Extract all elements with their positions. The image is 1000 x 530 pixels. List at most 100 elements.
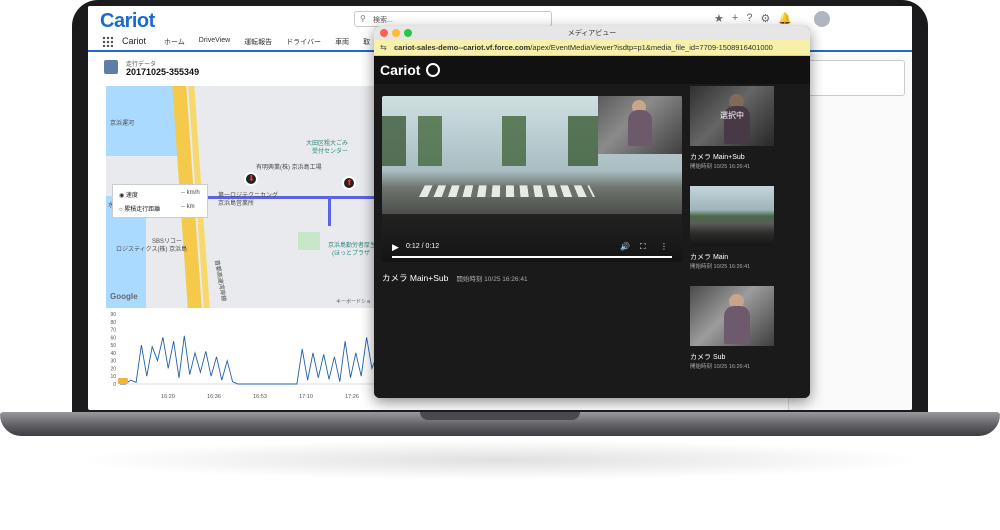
x-tick-label: 17:10: [299, 394, 313, 400]
setup-gear-icon[interactable]: ⚙: [760, 12, 770, 25]
legend-distance-radio[interactable]: ○ 累積走行距離 -- km: [119, 204, 195, 213]
nav-item-driver[interactable]: ドライバー: [286, 37, 321, 47]
y-tick-label: 90: [110, 312, 116, 318]
y-tick-label: 60: [110, 335, 116, 341]
speed-series-line: [120, 335, 389, 385]
record-header: 走行データ 20171025-355349: [88, 54, 388, 84]
map-label: 京浜島営業所: [218, 201, 255, 207]
laptop-shadow: [70, 440, 930, 480]
video-controls: ▶ 0:12 / 0:12 🔊 ⛶ ⋮: [382, 236, 682, 262]
search-icon: ⚲: [360, 14, 366, 23]
map-label: (ほっとプラザ: [332, 251, 370, 257]
y-tick-label: 70: [110, 328, 116, 334]
help-icon[interactable]: ?: [746, 12, 752, 25]
legend-label: 速度: [125, 193, 138, 199]
cariot-logo[interactable]: Cariot: [100, 10, 155, 33]
nav-item-drive-report[interactable]: 運転報告: [244, 37, 272, 47]
legend-value: -- km: [181, 204, 195, 210]
add-icon[interactable]: +: [732, 12, 738, 25]
thumb-main-sub[interactable]: 選択中: [690, 86, 774, 146]
legend-speed-radio[interactable]: ◉ 速度 -- km/h: [119, 190, 200, 199]
url-path: /apex/EventMediaViewer?isdtp=p1&media_fi…: [530, 43, 773, 52]
window-title: メディアビュー: [567, 30, 617, 37]
main-video-title: カメラ Main+Sub: [382, 273, 449, 283]
map-park: [298, 232, 320, 250]
app-name: Cariot: [122, 36, 147, 46]
y-tick-label: 10: [110, 374, 116, 380]
main-video-player[interactable]: ▶ 0:12 / 0:12 🔊 ⛶ ⋮: [382, 96, 682, 262]
nav-item-vehicle[interactable]: 車両: [335, 37, 349, 47]
video-progress-bar[interactable]: [392, 256, 672, 258]
cariot-mark-icon: [426, 63, 440, 77]
thumb-main[interactable]: [690, 186, 774, 246]
nav-item-home[interactable]: ホーム: [164, 37, 185, 47]
event-pin[interactable]: ⬇: [244, 172, 258, 186]
site-info-icon[interactable]: ⇆: [380, 43, 387, 52]
map-label: 受付センター: [312, 149, 349, 155]
route-line: [328, 196, 331, 226]
speed-chart: 0 10 20 30 40 50 60 70 80 90 16:20 16:36 16:53 17:10 1…: [106, 310, 390, 402]
y-tick-label: 20: [110, 366, 116, 372]
media-viewer-window: メディアビュー ⇆ cariot-sales-demo--cariot.vf.f…: [374, 26, 810, 398]
nav-item-more[interactable]: 取: [363, 37, 370, 47]
y-tick-label: 50: [110, 343, 116, 349]
record-type-icon: [104, 60, 118, 74]
viewer-header: Cariot: [374, 56, 810, 84]
volume-icon[interactable]: 🔊: [620, 242, 630, 251]
speed-chart-svg: 010203040506070809016:20 16:36 16:53 17:10 1…: [110, 312, 389, 400]
thumb-start: 開始時刻 10/25 16:26:41: [690, 364, 751, 370]
x-tick-label: 16:36: [207, 394, 221, 400]
laptop-screen: Cariot ⚲ 検索... ★ + ? ⚙ 🔔 Cariot ホーム Driv…: [88, 6, 912, 410]
y-tick-label: 40: [110, 351, 116, 357]
fullscreen-icon[interactable]: ⛶: [640, 242, 646, 252]
y-tick-label: 30: [110, 359, 116, 365]
main-video-start: 開始時刻 10/25 16:26:41: [456, 276, 528, 283]
video-frame-crosswalk: [418, 185, 596, 197]
car-marker-icon: [118, 378, 128, 384]
x-tick-label: 16:53: [253, 394, 267, 400]
notification-bell-icon[interactable]: 🔔: [778, 12, 792, 25]
search-placeholder: 検索...: [373, 17, 393, 24]
driver-body: [724, 306, 750, 344]
main-video-caption: カメラ Main+Sub 開始時刻 10/25 16:26:41: [382, 272, 528, 284]
selected-label: 選択中: [720, 111, 744, 120]
map-legend: ◉ 速度 -- km/h ○ 累積走行距離 -- km: [112, 184, 208, 218]
legend-value: -- km/h: [181, 190, 200, 196]
map-label: 首都高速湾岸線: [212, 259, 227, 302]
map-keyboard-shortcuts[interactable]: キーボードショ: [336, 298, 371, 305]
thumb-caption: カメラ Main+Sub: [690, 154, 745, 161]
radio-selected-icon: ◉: [119, 193, 126, 199]
video-time: 0:12 / 0:12: [406, 243, 440, 250]
x-tick-label: 16:20: [161, 394, 175, 400]
viewer-body: ▶ 0:12 / 0:12 🔊 ⛶ ⋮ カメラ Main+Sub 開始時刻 10/…: [374, 84, 810, 398]
url-bar[interactable]: ⇆ cariot-sales-demo--cariot.vf.force.com…: [374, 40, 810, 56]
thumb-start: 開始時刻 10/25 16:26:41: [690, 164, 751, 170]
favorites-icon[interactable]: ★: [714, 12, 724, 25]
map-label: ロジスティクス(株) 京浜島: [116, 247, 188, 253]
google-logo: Google: [110, 292, 138, 301]
nav-item-driveview[interactable]: DriveView: [199, 37, 230, 47]
record-title: 20171025-355349: [126, 67, 200, 77]
window-titlebar: メディアビュー: [374, 26, 810, 40]
legend-label: 累積走行距離: [124, 207, 161, 213]
y-tick-label: 80: [110, 320, 116, 326]
thumb-sub[interactable]: [690, 286, 774, 346]
user-avatar[interactable]: [814, 11, 830, 27]
laptop-notch: [420, 412, 580, 420]
x-tick-label: 17:26: [345, 394, 359, 400]
event-pin[interactable]: ⬆: [342, 176, 356, 190]
thumb-start: 開始時刻 10/25 16:26:41: [690, 264, 751, 270]
y-tick-label: 0: [113, 382, 116, 388]
header-icons: ★ + ? ⚙ 🔔: [714, 12, 792, 25]
url-domain: cariot-sales-demo--cariot.vf.force.com: [394, 43, 531, 52]
thumb-caption: カメラ Main: [690, 254, 729, 261]
map-label: 有明興業(株) 京浜島工場: [256, 165, 322, 171]
map-label: 京浜運河: [110, 121, 135, 127]
app-launcher-icon[interactable]: [102, 36, 113, 47]
more-options-icon[interactable]: ⋮: [660, 242, 668, 251]
global-search-input[interactable]: ⚲ 検索...: [354, 11, 552, 27]
route-map[interactable]: 京浜運河 大田区粗大ごみ 受付センター 有明興業(株) 京浜島工場 第一ロジテク…: [106, 86, 390, 308]
viewer-logo: Cariot: [380, 62, 421, 78]
play-icon[interactable]: ▶: [392, 242, 399, 253]
driver-body: [628, 110, 652, 146]
